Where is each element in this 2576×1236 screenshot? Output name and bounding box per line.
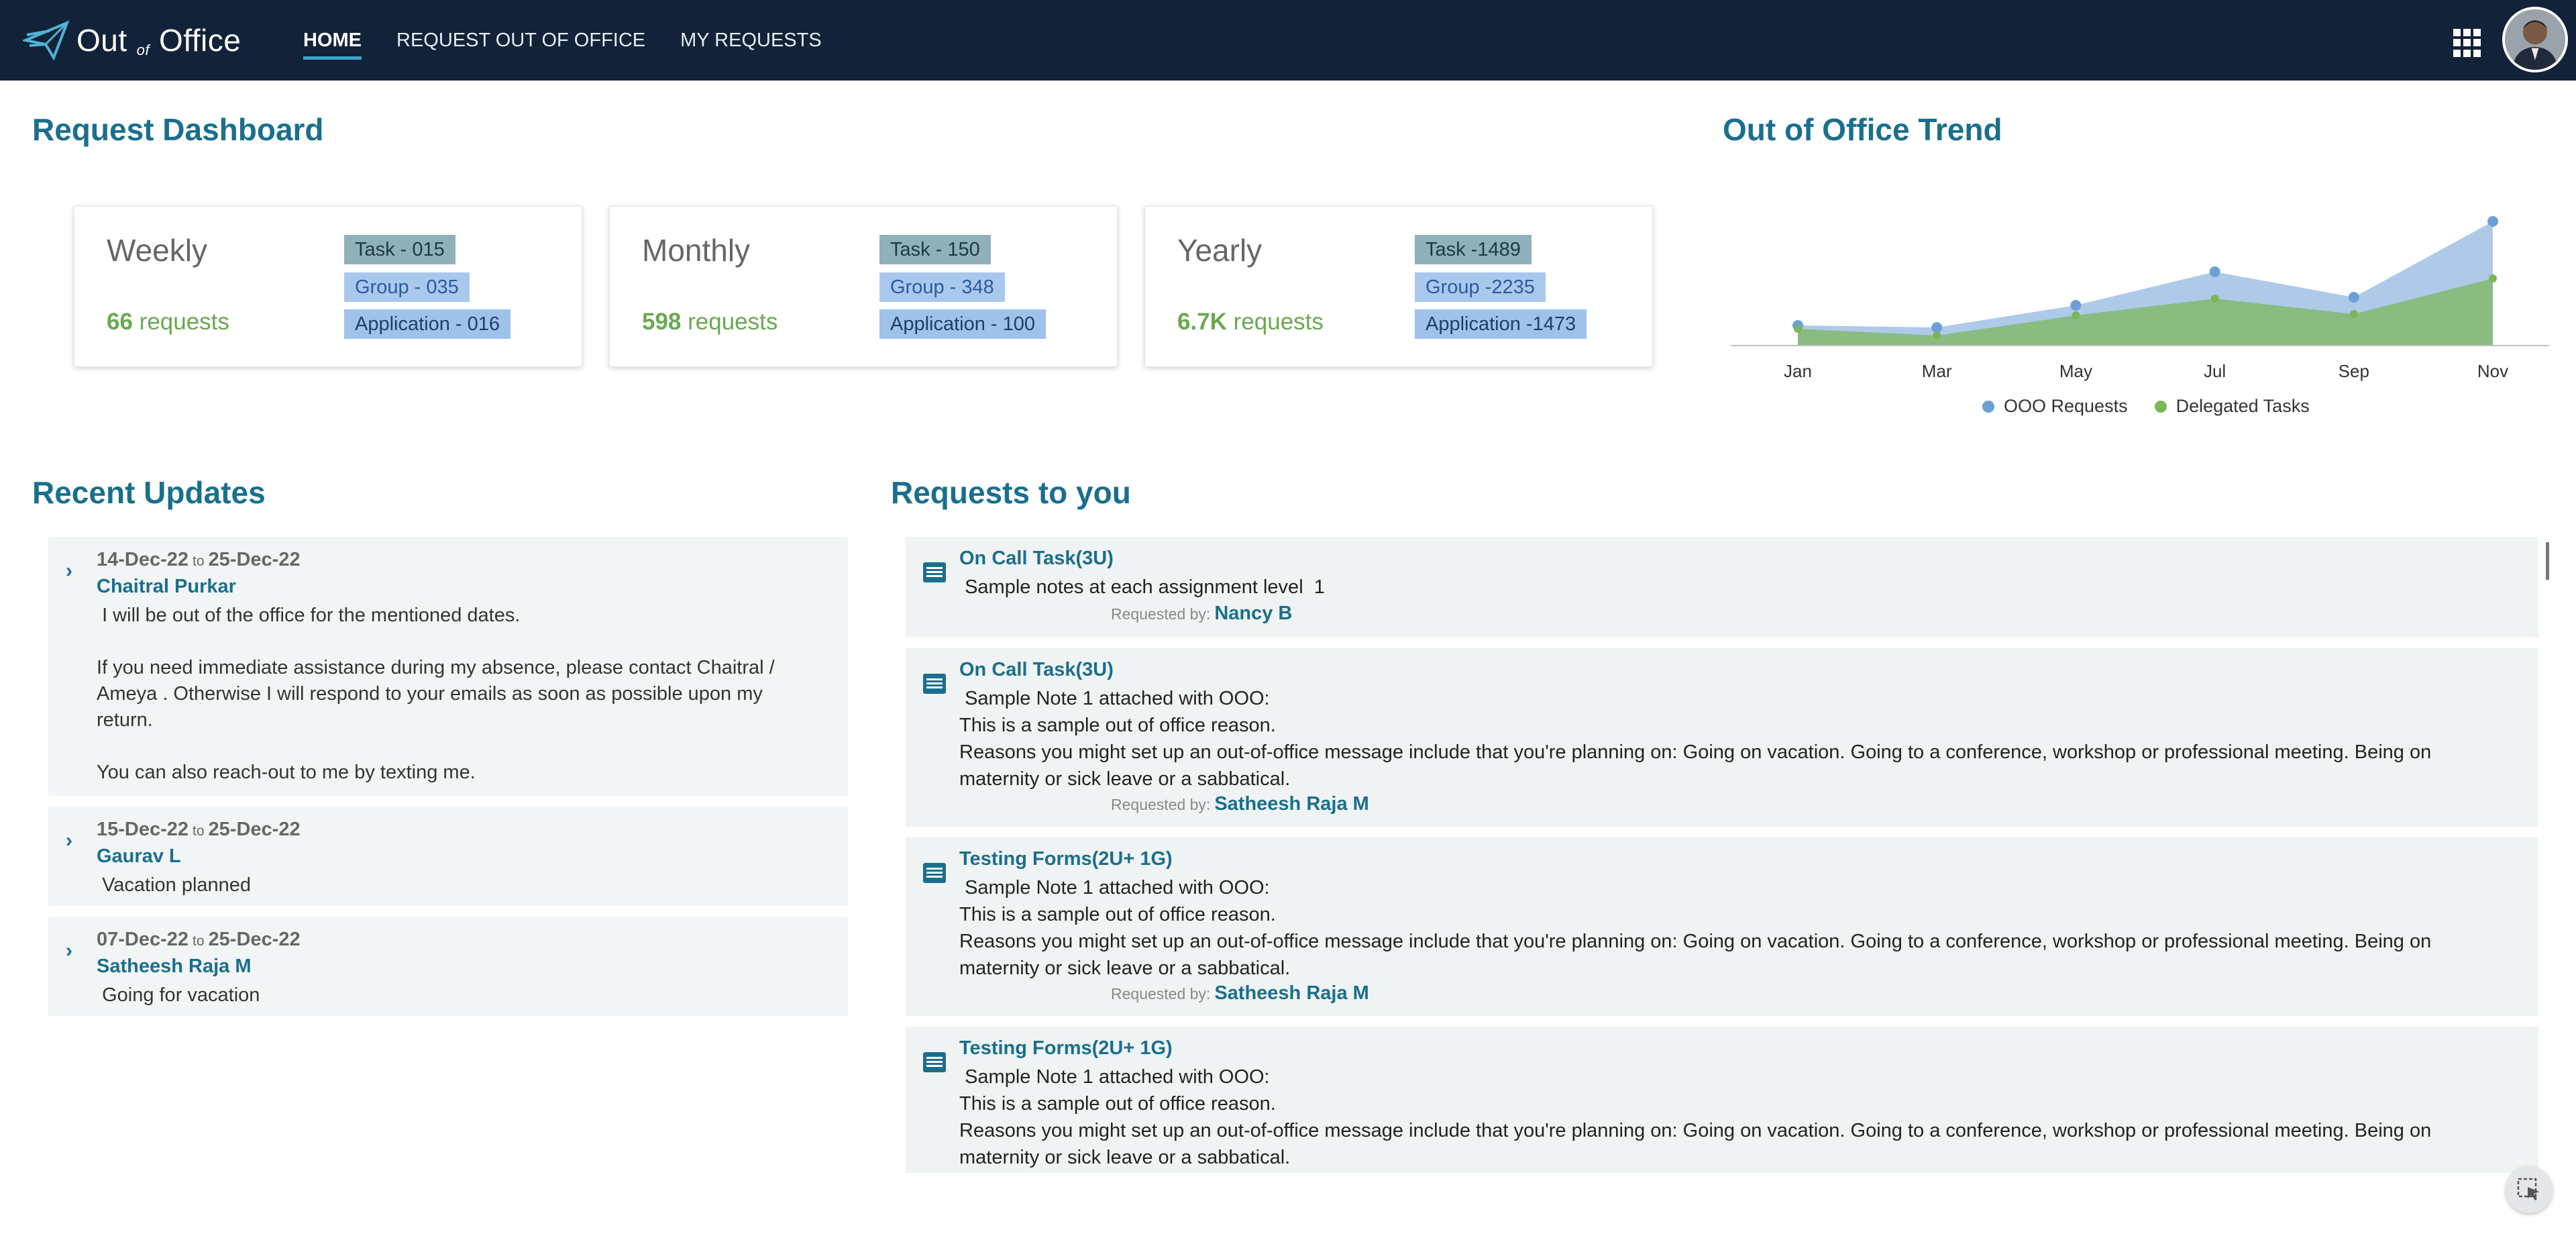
requests-scrollbar[interactable] bbox=[2546, 542, 2549, 580]
stat-card-monthly[interactable]: Monthly 598 requests Task - 150 Group - … bbox=[609, 206, 1118, 367]
trend-title: Out of Office Trend bbox=[1723, 112, 2002, 147]
requests-list[interactable]: On Call Task(3U) Sample notes at each as… bbox=[906, 537, 2540, 1173]
list-task-icon bbox=[923, 562, 946, 582]
list-task-icon bbox=[923, 674, 946, 694]
data-point[interactable] bbox=[2070, 300, 2082, 311]
x-tick-label: May bbox=[2059, 361, 2092, 381]
requested-by: Requested by: Nancy B bbox=[1111, 603, 1293, 624]
legend-swatch bbox=[1982, 400, 1994, 413]
recent-update-item[interactable]: › 14-Dec-22 to 25-Dec-22 Chaitral Purkar I… bbox=[48, 537, 848, 796]
request-notes: Sample Note 1 attached with OOO: This is… bbox=[959, 1066, 2432, 1168]
data-point[interactable] bbox=[2072, 311, 2080, 319]
legend-item-delegated-tasks[interactable]: Delegated Tasks bbox=[2154, 396, 2310, 417]
stat-card-yearly[interactable]: Yearly 6.7K requests Task -1489 Group -2… bbox=[1144, 206, 1653, 367]
update-message: Going for vacation bbox=[97, 984, 260, 1006]
application-count-badge: Application -1473 bbox=[1415, 309, 1587, 339]
data-point[interactable] bbox=[2487, 216, 2498, 227]
nav-my-requests[interactable]: MY REQUESTS bbox=[680, 30, 822, 52]
chevron-right-icon[interactable]: › bbox=[66, 939, 72, 962]
card-request-count: 6.7K requests bbox=[1177, 309, 1324, 335]
data-point[interactable] bbox=[2209, 266, 2220, 277]
requests-title: Requests to you bbox=[891, 475, 1131, 510]
data-point[interactable] bbox=[2489, 274, 2497, 282]
card-request-count: 598 requests bbox=[642, 309, 778, 335]
list-task-icon bbox=[923, 863, 946, 883]
data-point[interactable] bbox=[2349, 310, 2358, 318]
legend-item-ooo-requests[interactable]: OOO Requests bbox=[1982, 396, 2128, 417]
requested-by: Requested by: Satheesh Raja M bbox=[1111, 982, 1369, 1004]
x-tick-label: Sep bbox=[2339, 361, 2369, 381]
group-count-badge: Group -2235 bbox=[1415, 272, 1546, 302]
dashboard-title: Request Dashboard bbox=[32, 112, 324, 147]
update-date-range: 07-Dec-22 to 25-Dec-22 bbox=[97, 929, 301, 950]
x-tick-label: Jan bbox=[1784, 361, 1812, 381]
recent-update-item[interactable]: › 15-Dec-22 to 25-Dec-22 Gaurav L Vacation… bbox=[48, 807, 848, 906]
data-point[interactable] bbox=[2210, 295, 2219, 303]
group-count-badge: Group - 348 bbox=[879, 272, 1005, 302]
x-tick-label: Mar bbox=[1922, 361, 1952, 381]
update-author[interactable]: Chaitral Purkar bbox=[97, 576, 236, 598]
card-period-label: Weekly bbox=[107, 233, 207, 268]
update-author[interactable]: Gaurav L bbox=[97, 845, 181, 868]
legend-label: Delegated Tasks bbox=[2176, 396, 2310, 416]
top-bar: Out of Office HOME REQUEST OUT OF OFFICE M… bbox=[0, 0, 2576, 81]
main-nav: HOME REQUEST OUT OF OFFICE MY REQUESTS bbox=[303, 0, 857, 81]
cursor-select-icon[interactable] bbox=[2506, 1166, 2553, 1213]
request-title[interactable]: Testing Forms(2U+ 1G) bbox=[959, 848, 1173, 870]
user-portrait-icon bbox=[2505, 9, 2565, 70]
update-message: Vacation planned bbox=[97, 874, 252, 896]
task-count-badge: Task - 150 bbox=[879, 235, 991, 264]
recent-update-item[interactable]: › 07-Dec-22 to 25-Dec-22 Satheesh Raja M G… bbox=[48, 917, 848, 1016]
chart-legend: OOO Requests Delegated Tasks bbox=[1982, 396, 2337, 417]
data-point[interactable] bbox=[2348, 292, 2359, 303]
request-notes: Sample notes at each assignment level 1 bbox=[959, 576, 1325, 598]
request-item[interactable]: On Call Task(3U) Sample notes at each as… bbox=[906, 537, 2538, 637]
list-task-icon bbox=[923, 1052, 946, 1072]
request-notes: Sample Note 1 attached with OOO: This is… bbox=[959, 688, 2432, 790]
card-request-count: 66 requests bbox=[107, 309, 229, 335]
card-period-label: Monthly bbox=[642, 233, 751, 268]
legend-swatch bbox=[2154, 400, 2167, 413]
requested-by: Requested by: Satheesh Raja M bbox=[1111, 793, 1369, 815]
request-item[interactable]: Testing Forms(2U+ 1G) Sample Note 1 atta… bbox=[906, 837, 2538, 1016]
update-date-range: 14-Dec-22 to 25-Dec-22 bbox=[97, 549, 301, 570]
group-count-badge: Group - 035 bbox=[344, 272, 470, 302]
application-count-badge: Application - 016 bbox=[344, 309, 511, 339]
request-item[interactable]: Testing Forms(2U+ 1G) Sample Note 1 atta… bbox=[906, 1027, 2538, 1173]
request-title[interactable]: On Call Task(3U) bbox=[959, 659, 1114, 681]
paper-plane-logo-icon bbox=[23, 20, 70, 60]
apps-grid-icon[interactable] bbox=[2453, 29, 2481, 57]
nav-home[interactable]: HOME bbox=[303, 30, 362, 60]
app-name: Out of Office bbox=[76, 23, 241, 58]
request-title[interactable]: On Call Task(3U) bbox=[959, 548, 1114, 570]
request-item[interactable]: On Call Task(3U) Sample Note 1 attached … bbox=[906, 648, 2538, 827]
request-title[interactable]: Testing Forms(2U+ 1G) bbox=[959, 1037, 1173, 1060]
task-count-badge: Task - 015 bbox=[344, 235, 455, 264]
legend-label: OOO Requests bbox=[2004, 396, 2128, 416]
data-point[interactable] bbox=[1794, 325, 1802, 333]
card-period-label: Yearly bbox=[1177, 233, 1263, 268]
update-message: I will be out of the office for the ment… bbox=[97, 605, 775, 783]
app-logo[interactable]: Out of Office bbox=[23, 19, 241, 62]
cursor-select-glyph bbox=[2517, 1178, 2539, 1200]
chevron-right-icon[interactable]: › bbox=[66, 560, 72, 582]
chevron-right-icon[interactable]: › bbox=[66, 829, 72, 852]
recent-updates-title: Recent Updates bbox=[32, 475, 266, 510]
nav-request-out-of-office[interactable]: REQUEST OUT OF OFFICE bbox=[396, 30, 645, 52]
application-count-badge: Application - 100 bbox=[879, 309, 1046, 339]
user-avatar[interactable] bbox=[2502, 7, 2568, 72]
task-count-badge: Task -1489 bbox=[1415, 235, 1532, 264]
stat-card-weekly[interactable]: Weekly 66 requests Task - 015 Group - 03… bbox=[74, 206, 582, 367]
update-author[interactable]: Satheesh Raja M bbox=[97, 956, 251, 978]
request-notes: Sample Note 1 attached with OOO: This is… bbox=[959, 877, 2432, 979]
x-tick-label: Nov bbox=[2477, 361, 2508, 381]
data-point[interactable] bbox=[1931, 322, 1943, 333]
x-tick-label: Jul bbox=[2204, 361, 2226, 381]
update-date-range: 15-Dec-22 to 25-Dec-22 bbox=[97, 819, 301, 840]
data-point[interactable] bbox=[1933, 331, 1941, 340]
